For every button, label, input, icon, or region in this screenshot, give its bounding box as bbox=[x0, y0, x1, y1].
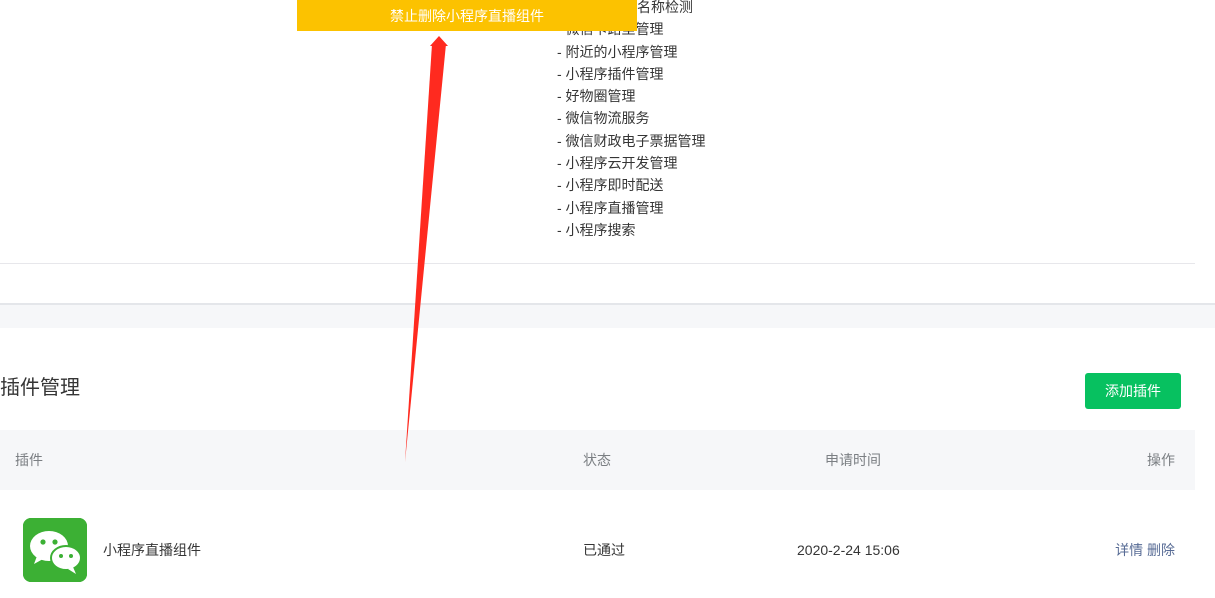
column-header-applied-time: 申请时间 bbox=[825, 452, 881, 468]
wechat-icon bbox=[23, 518, 87, 582]
permission-list: 名称检测 - 微信卡路里管理 - 附近的小程序管理 - 小程序插件管理 - 好物… bbox=[557, 0, 706, 241]
permission-item: - 附近的小程序管理 bbox=[557, 43, 678, 60]
plugin-status: 已通过 bbox=[583, 542, 625, 558]
detail-link[interactable]: 详情 bbox=[1115, 542, 1143, 558]
permission-item: - 小程序云开发管理 bbox=[557, 155, 678, 172]
column-header-actions: 操作 bbox=[1147, 452, 1175, 468]
permission-item: - 小程序即时配送 bbox=[557, 177, 664, 194]
permissions-panel: 名称检测 - 微信卡路里管理 - 附近的小程序管理 - 小程序插件管理 - 好物… bbox=[0, 0, 1215, 305]
add-plugin-button[interactable]: 添加插件 bbox=[1085, 373, 1181, 409]
plugin-applied-time: 2020-2-24 15:06 bbox=[797, 542, 900, 558]
section-gap bbox=[0, 305, 1215, 328]
permission-item: - 小程序搜索 bbox=[557, 221, 636, 238]
table-header: 插件 状态 申请时间 操作 bbox=[0, 430, 1195, 490]
permission-item: - 微信财政电子票据管理 bbox=[557, 132, 706, 149]
plugin-name: 小程序直播组件 bbox=[103, 542, 201, 558]
delete-link[interactable]: 删除 bbox=[1147, 542, 1175, 558]
column-header-status: 状态 bbox=[583, 452, 611, 468]
plugin-actions: 详情 删除 bbox=[1115, 540, 1175, 560]
warning-banner: 禁止删除小程序直播组件 bbox=[297, 0, 637, 31]
page-title: 插件管理 bbox=[0, 377, 80, 399]
permission-item: - 好物圈管理 bbox=[557, 88, 636, 105]
column-header-plugin: 插件 bbox=[15, 452, 43, 468]
panel-divider bbox=[0, 263, 1195, 264]
permission-item: - 小程序直播管理 bbox=[557, 199, 664, 216]
permission-item: - 微信物流服务 bbox=[557, 110, 650, 127]
permission-item: - 小程序插件管理 bbox=[557, 65, 664, 82]
table-row: 小程序直播组件 已通过 2020-2-24 15:06 详情 删除 bbox=[0, 490, 1195, 598]
warning-banner-text: 禁止删除小程序直播组件 bbox=[390, 7, 544, 24]
